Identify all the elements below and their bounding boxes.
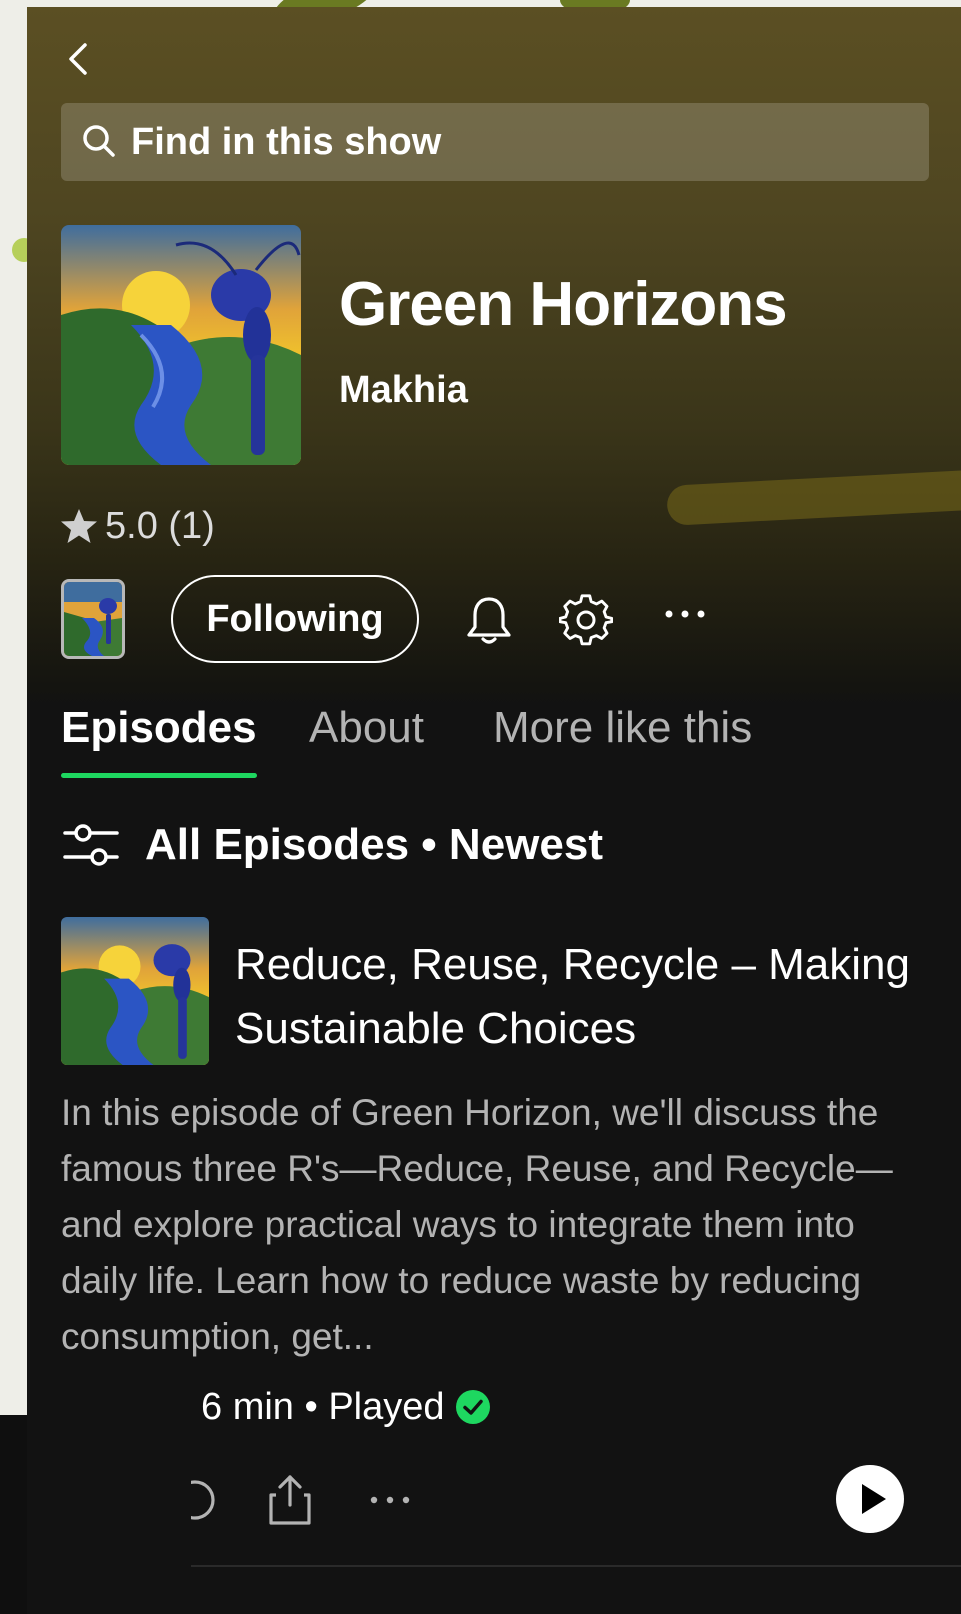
search-icon bbox=[83, 125, 115, 157]
chevron-left-icon bbox=[69, 43, 87, 75]
play-circle-icon bbox=[836, 1465, 904, 1533]
podcast-cover-art bbox=[61, 225, 301, 465]
episode-title[interactable]: Reduce, Reuse, Recycle – Making Sustaina… bbox=[235, 933, 925, 1061]
episode-meta-text: 6 min • Played bbox=[201, 1385, 445, 1428]
episode-filter[interactable]: All Episodes • Newest bbox=[61, 815, 603, 875]
share-icon bbox=[269, 1475, 311, 1525]
show-title: Green Horizons bbox=[339, 270, 788, 339]
episode-description: In this episode of Green Horizon, we'll … bbox=[61, 1092, 893, 1357]
episode-meta: 6 min • Played bbox=[201, 1379, 491, 1435]
check-circle-icon bbox=[455, 1390, 490, 1424]
search-placeholder: Find in this show bbox=[131, 121, 442, 163]
episode-thumbnail[interactable] bbox=[61, 917, 209, 1065]
more-options-button[interactable] bbox=[663, 599, 707, 629]
episode-divider bbox=[191, 1565, 961, 1567]
more-horizontal-icon bbox=[370, 1496, 410, 1504]
sliders-icon bbox=[63, 824, 119, 866]
podcast-cover-art bbox=[61, 917, 209, 1065]
show-thumbnail-button[interactable] bbox=[61, 579, 125, 659]
settings-button[interactable] bbox=[558, 593, 614, 647]
filter-label: All Episodes • Newest bbox=[145, 820, 603, 869]
search-input[interactable]: Find in this show bbox=[61, 103, 929, 181]
show-rating[interactable]: 5.0 (1) bbox=[59, 501, 215, 551]
following-button[interactable]: Following bbox=[171, 575, 419, 663]
active-tab-indicator bbox=[61, 773, 257, 778]
add-circle-icon bbox=[191, 1480, 215, 1520]
bell-icon bbox=[467, 597, 511, 644]
more-horizontal-icon bbox=[665, 610, 705, 618]
tab-more-like-this[interactable]: More like this bbox=[493, 703, 752, 753]
gear-icon bbox=[558, 594, 614, 646]
decorative-swoosh bbox=[666, 468, 961, 526]
back-button[interactable] bbox=[59, 39, 99, 79]
tab-about[interactable]: About bbox=[309, 703, 424, 753]
show-author[interactable]: Makhia bbox=[339, 369, 468, 412]
tab-episodes[interactable]: Episodes bbox=[61, 703, 257, 753]
star-icon bbox=[61, 509, 97, 543]
notifications-button[interactable] bbox=[463, 593, 515, 647]
podcast-show-screen: Find in this show Green Horizons Makhia bbox=[27, 7, 961, 1614]
share-button[interactable] bbox=[267, 1473, 313, 1527]
rating-text: 5.0 (1) bbox=[105, 504, 215, 547]
add-to-playlist-button[interactable] bbox=[191, 1475, 225, 1525]
episode-more-button[interactable] bbox=[367, 1485, 413, 1515]
play-episode-button[interactable] bbox=[835, 1464, 905, 1534]
podcast-cover-art bbox=[64, 582, 122, 656]
